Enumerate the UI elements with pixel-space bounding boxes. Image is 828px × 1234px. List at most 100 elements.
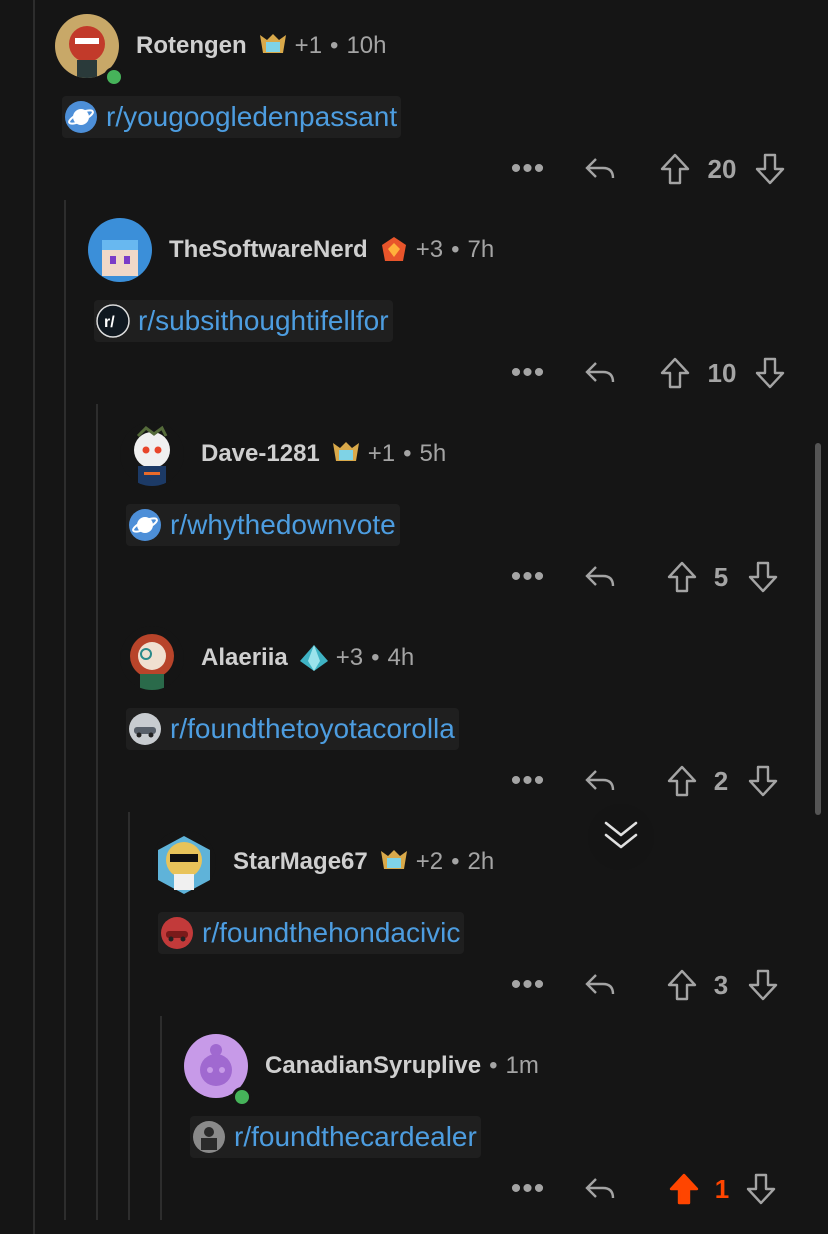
downvote-icon[interactable] <box>743 1169 779 1209</box>
comment-actions: ••• 5 <box>0 557 828 597</box>
comment-actions: ••• 10 <box>0 353 828 393</box>
upvote-icon[interactable] <box>664 965 700 1005</box>
comment-author-line: TheSoftwareNerd +3 • 7h <box>169 235 494 265</box>
comment-author-line: Alaeriia +3 • 4h <box>201 643 414 673</box>
reply-icon[interactable] <box>582 761 618 801</box>
timestamp: 1m <box>505 1052 539 1079</box>
flair-badge-icon <box>330 439 362 469</box>
more-options-icon[interactable]: ••• <box>508 557 548 597</box>
comment-actions: ••• 20 <box>0 149 828 189</box>
upvote-icon[interactable] <box>664 761 700 801</box>
comment-actions: ••• 3 <box>0 965 828 1005</box>
subreddit-link-text[interactable]: r/foundthehondacivic <box>202 917 460 949</box>
timestamp: 5h <box>419 440 447 467</box>
timestamp: 10h <box>346 32 387 59</box>
subreddit-icon <box>160 916 194 950</box>
flair-badge-icon <box>378 847 410 877</box>
comment: TheSoftwareNerd +3 • 7h r/ r/subsithough… <box>0 210 828 414</box>
upvote-icon[interactable] <box>657 353 693 393</box>
subreddit-icon: r/ <box>96 304 130 338</box>
more-options-icon[interactable]: ••• <box>508 149 548 189</box>
separator-dot: • <box>330 32 339 59</box>
karma-badge: +1 <box>367 440 396 467</box>
jump-down-icon <box>602 818 640 857</box>
separator-dot: • <box>403 440 412 467</box>
downvote-icon[interactable] <box>745 761 781 801</box>
vote-score: 1 <box>714 1173 730 1204</box>
avatar[interactable] <box>88 218 152 282</box>
subreddit-link-text[interactable]: r/foundthecardealer <box>234 1121 477 1153</box>
downvote-icon[interactable] <box>745 965 781 1005</box>
subreddit-link[interactable]: r/foundthehondacivic <box>158 912 465 954</box>
comment: StarMage67 +2 • 2h r/foundthehondacivic … <box>0 822 828 1026</box>
avatar[interactable] <box>120 626 184 690</box>
reply-icon[interactable] <box>582 149 618 189</box>
username[interactable]: TheSoftwareNerd <box>169 236 368 264</box>
comment: Alaeriia +3 • 4h r/foundthetoyotacorolla… <box>0 618 828 822</box>
subreddit-link[interactable]: r/whythedownvote <box>126 504 400 546</box>
username[interactable]: Dave-1281 <box>201 440 320 468</box>
reply-icon[interactable] <box>582 965 618 1005</box>
more-options-icon[interactable]: ••• <box>508 1169 548 1209</box>
separator-dot: • <box>451 236 460 263</box>
upvote-icon[interactable] <box>657 149 693 189</box>
more-options-icon[interactable]: ••• <box>508 353 548 393</box>
username[interactable]: Alaeriia <box>201 644 288 672</box>
subreddit-icon <box>64 100 98 134</box>
subreddit-link-text[interactable]: r/whythedownvote <box>170 509 396 541</box>
separator-dot: • <box>371 644 380 671</box>
karma-badge: +3 <box>335 644 364 671</box>
more-options-icon[interactable]: ••• <box>508 761 548 801</box>
flair-badge-icon <box>298 643 330 673</box>
online-status-indicator <box>232 1087 252 1107</box>
username[interactable]: Rotengen <box>136 32 247 60</box>
flair-badge-icon <box>257 31 289 61</box>
more-options-icon[interactable]: ••• <box>508 965 548 1005</box>
subreddit-icon <box>192 1120 226 1154</box>
vote-score: 20 <box>707 153 737 184</box>
vote-score: 10 <box>707 357 737 388</box>
upvote-icon[interactable] <box>666 1169 702 1209</box>
comment: Rotengen +1 • 10h r/yougoogledenpassant … <box>0 6 828 210</box>
reply-icon[interactable] <box>582 557 618 597</box>
karma-badge: +1 <box>294 32 323 59</box>
reply-icon[interactable] <box>582 353 618 393</box>
subreddit-icon <box>128 712 162 746</box>
avatar[interactable] <box>152 830 216 894</box>
online-status-indicator <box>104 67 124 87</box>
vote-score: 3 <box>713 969 729 1000</box>
separator-dot: • <box>489 1052 498 1079</box>
downvote-icon[interactable] <box>745 557 781 597</box>
flair-badge-icon <box>378 235 410 265</box>
comment: Dave-1281 +1 • 5h r/whythedownvote ••• 5 <box>0 414 828 618</box>
subreddit-link[interactable]: r/yougoogledenpassant <box>62 96 402 138</box>
comment-author-line: Dave-1281 +1 • 5h <box>201 439 446 469</box>
subreddit-link-text[interactable]: r/yougoogledenpassant <box>106 101 397 133</box>
timestamp: 7h <box>467 236 495 263</box>
subreddit-icon <box>128 508 162 542</box>
comment-author-line: CanadianSyruplive • 1m <box>265 1051 539 1081</box>
comment-actions: ••• 2 <box>0 761 828 801</box>
username[interactable]: StarMage67 <box>233 848 368 876</box>
subreddit-link[interactable]: r/foundthetoyotacorolla <box>126 708 459 750</box>
karma-badge: +2 <box>415 848 444 875</box>
downvote-icon[interactable] <box>752 149 788 189</box>
timestamp: 4h <box>387 644 415 671</box>
username[interactable]: CanadianSyruplive <box>265 1052 481 1080</box>
subreddit-link-text[interactable]: r/foundthetoyotacorolla <box>170 713 455 745</box>
jump-down-button[interactable] <box>588 804 654 870</box>
subreddit-link[interactable]: r/ r/subsithoughtifellfor <box>94 300 393 342</box>
subreddit-link[interactable]: r/foundthecardealer <box>190 1116 481 1158</box>
separator-dot: • <box>451 848 460 875</box>
vote-score: 5 <box>713 561 729 592</box>
svg-text:r/: r/ <box>104 314 115 331</box>
downvote-icon[interactable] <box>752 353 788 393</box>
comment: CanadianSyruplive • 1m r/foundthecardeal… <box>0 1026 828 1230</box>
subreddit-link-text[interactable]: r/subsithoughtifellfor <box>138 305 389 337</box>
comment-actions: ••• 1 <box>0 1169 828 1209</box>
comment-author-line: StarMage67 +2 • 2h <box>233 847 494 877</box>
upvote-icon[interactable] <box>664 557 700 597</box>
reply-icon[interactable] <box>582 1169 618 1209</box>
avatar[interactable] <box>120 422 184 486</box>
scrollbar[interactable] <box>815 443 821 815</box>
